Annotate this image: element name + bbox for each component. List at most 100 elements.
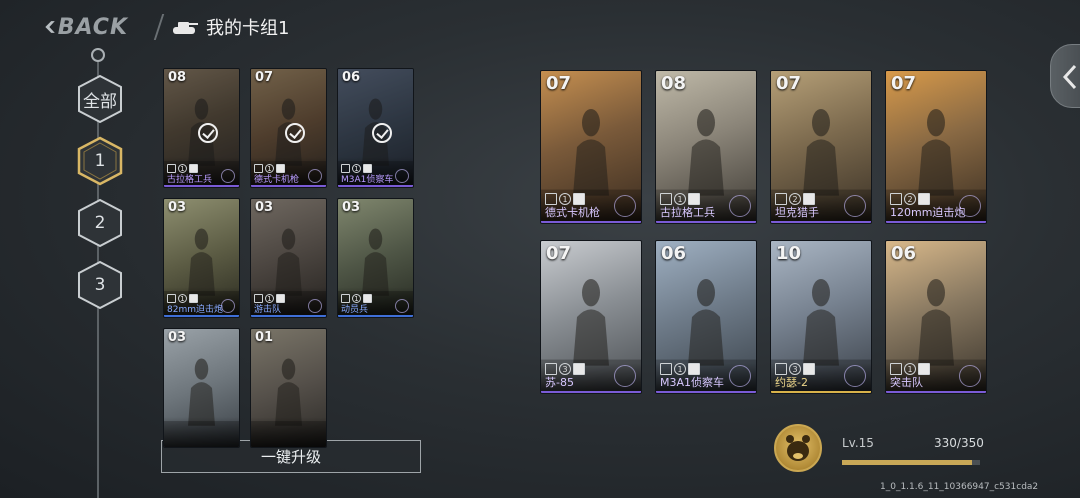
unit-card[interactable]: 08 1 古拉格工兵 <box>163 68 240 188</box>
tab-label: 全部 <box>83 91 117 112</box>
faction-emblem-icon <box>221 169 235 183</box>
card-name: 约瑟-2 <box>775 376 808 389</box>
card-name: 游击队 <box>254 305 282 315</box>
faction-emblem-icon <box>729 195 751 217</box>
rarity-bar <box>338 315 413 317</box>
rarity-bar <box>541 391 641 393</box>
tank-icon <box>173 22 198 34</box>
unit-card[interactable]: 07 2 120mm迫击炮 <box>885 70 987 224</box>
tab-label: 2 <box>94 213 106 233</box>
check-icon <box>371 123 392 143</box>
card-cost: 03 <box>255 200 274 215</box>
faction-emblem-icon <box>959 365 981 387</box>
player-level: Lv.15 <box>842 436 874 450</box>
card-cost: 07 <box>255 70 274 85</box>
card-cost: 06 <box>342 70 361 85</box>
rarity-bar <box>164 185 239 187</box>
check-icon <box>197 123 218 143</box>
bear-face-icon <box>786 435 810 461</box>
unit-card[interactable]: 07 1 德式卡机枪 <box>540 70 642 224</box>
faction-emblem-icon <box>308 299 322 313</box>
faction-emblem-icon <box>308 169 322 183</box>
rarity-bar <box>251 185 326 187</box>
card-cost: 07 <box>546 73 572 94</box>
tab-deck-1[interactable]: 1 <box>77 136 123 186</box>
deck-title: 我的卡组1 <box>206 18 290 39</box>
tab-deck-2[interactable]: 2 <box>77 198 123 248</box>
unit-card[interactable]: 03 <box>163 328 240 448</box>
card-name: 德式卡机枪 <box>545 206 600 219</box>
card-cost: 07 <box>776 73 802 94</box>
card-name: 德式卡机枪 <box>254 175 300 185</box>
rarity-bar <box>164 315 239 317</box>
back-label: BACK <box>57 14 128 40</box>
rarity-bar <box>656 221 756 223</box>
unit-card[interactable]: 03 1 动员兵 <box>337 198 414 318</box>
tab-label: 1 <box>94 151 106 171</box>
faction-emblem-icon <box>844 365 866 387</box>
xp-bar-fill <box>842 460 973 465</box>
card-name: 古拉格工兵 <box>660 206 715 219</box>
card-name: M3A1侦察车 <box>660 376 725 389</box>
faction-emblem-icon <box>844 195 866 217</box>
faction-emblem-icon <box>614 195 636 217</box>
card-cost: 03 <box>168 200 187 215</box>
rarity-bar <box>541 221 641 223</box>
card-cost: 08 <box>661 73 687 94</box>
unit-card[interactable]: 06 1 突击队 <box>885 240 987 394</box>
rarity-bar <box>886 391 986 393</box>
faction-emblem-icon <box>959 195 981 217</box>
rarity-bar <box>656 391 756 393</box>
flag-icon <box>573 363 585 375</box>
card-cost: 08 <box>168 70 187 85</box>
top-bar: BACK 我的卡组1 <box>0 0 1080 52</box>
page-title: 我的卡组1 <box>170 14 289 40</box>
card-name: 苏-85 <box>545 376 574 389</box>
unit-card[interactable]: 06 1 M3A1侦察车 <box>655 240 757 394</box>
faction-emblem-icon <box>729 365 751 387</box>
unit-card[interactable]: 03 1 82mm迫击炮 <box>163 198 240 318</box>
tab-all-decks[interactable]: 全部 <box>77 74 123 124</box>
rarity-bar <box>771 221 871 223</box>
chevron-left-icon <box>1062 64 1077 90</box>
rarity-bar <box>771 391 871 393</box>
build-id: 1_0_1.1.6_11_10366947_c531cda2 <box>880 482 1039 492</box>
tab-deck-3[interactable]: 3 <box>77 260 123 310</box>
back-chevron-icon <box>45 21 55 33</box>
player-xp: 330/350 <box>934 436 984 450</box>
back-button[interactable]: BACK <box>44 10 128 44</box>
card-name: 动员兵 <box>341 305 369 315</box>
bear-emblem-icon <box>774 424 822 472</box>
title-divider <box>153 14 165 40</box>
card-cost: 03 <box>342 200 361 215</box>
faction-emblem-icon <box>395 299 409 313</box>
unit-card[interactable]: 07 3 苏-85 <box>540 240 642 394</box>
side-panel-toggle[interactable] <box>1050 44 1080 108</box>
card-cost: 03 <box>168 330 187 345</box>
card-cost: 06 <box>891 243 917 264</box>
card-name: 120mm迫击炮 <box>890 206 966 219</box>
xp-bar <box>842 460 980 465</box>
card-name: 突击队 <box>890 376 923 389</box>
faction-emblem-icon <box>614 365 636 387</box>
rarity-bar <box>886 221 986 223</box>
card-name: 古拉格工兵 <box>167 175 213 185</box>
unit-card[interactable]: 10 3 约瑟-2 <box>770 240 872 394</box>
rail-top-dot <box>91 48 105 62</box>
card-name: 82mm迫击炮 <box>167 305 223 315</box>
unit-card[interactable]: 01 <box>250 328 327 448</box>
tab-label: 3 <box>94 275 106 295</box>
unit-card[interactable]: 03 1 游击队 <box>250 198 327 318</box>
card-cost: 06 <box>661 243 687 264</box>
card-cost: 01 <box>255 330 274 345</box>
card-cost: 10 <box>776 243 802 264</box>
faction-emblem-icon <box>395 169 409 183</box>
card-cost: 07 <box>891 73 917 94</box>
check-icon <box>284 123 305 143</box>
unit-card[interactable]: 06 1 M3A1侦察车 <box>337 68 414 188</box>
unit-card[interactable]: 08 1 古拉格工兵 <box>655 70 757 224</box>
unit-card[interactable]: 07 1 德式卡机枪 <box>250 68 327 188</box>
card-footer <box>251 417 326 447</box>
card-name: M3A1侦察车 <box>341 175 394 185</box>
unit-card[interactable]: 07 2 坦克猎手 <box>770 70 872 224</box>
